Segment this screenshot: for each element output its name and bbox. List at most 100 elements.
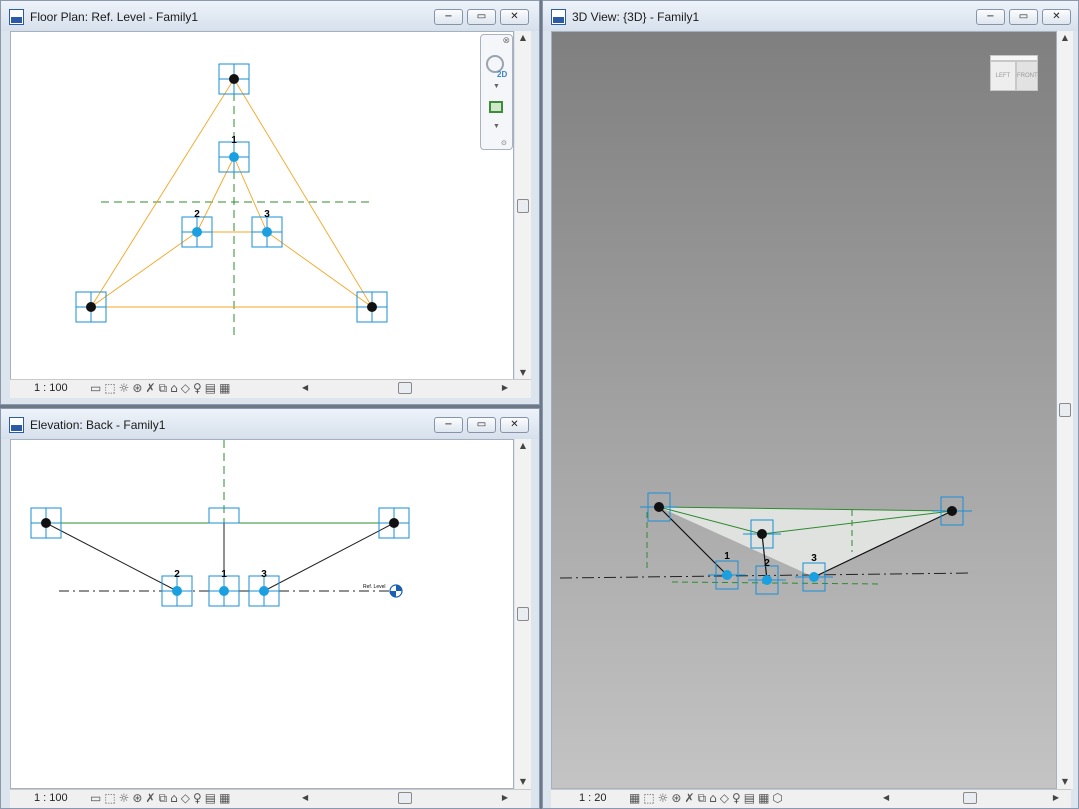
point-black [41,518,51,528]
scroll-thumb[interactable] [517,199,529,213]
scroll-thumb[interactable] [963,792,977,804]
view-control-bar: 1 : 100 ▭⬚☼⊛✗⧉⌂◇♀▤▦ ◀ ▶ [10,789,531,808]
point-label: 1 [231,135,237,146]
view-control-bar: 1 : 20 ▦⬚☼⊛✗⧉⌂◇♀▤▦⬡ ◀ ▶ [551,789,1071,808]
reference-lines [90,78,373,308]
navigation-bar[interactable]: ⊗ 2D ▼ ▼ ⊙ [480,34,513,150]
scroll-up-icon[interactable]: ▲ [515,441,531,451]
point-label: 2 [764,558,770,569]
scale-label[interactable]: 1 : 100 [34,382,68,394]
scroll-left-icon[interactable]: ◀ [883,791,889,805]
point-blue [229,152,239,162]
point-label: 1 [724,551,730,562]
title-bar[interactable]: Elevation: Back - Family1 − ▭ ✕ [1,409,539,439]
horizontal-scrollbar[interactable]: ◀ ▶ [300,791,510,805]
scroll-down-icon[interactable]: ▼ [515,368,531,378]
view-control-icons[interactable]: ▭⬚☼⊛✗⧉⌂◇♀▤▦ [90,791,233,806]
elevation-canvas[interactable]: 2 1 3 Ref. Level [10,439,514,789]
minimize-button[interactable]: − [434,9,463,25]
options-icon[interactable]: ⊙ [501,139,507,147]
point-blue [809,572,819,582]
window-title: Elevation: Back - Family1 [30,418,166,432]
window-title: 3D View: {3D} - Family1 [572,10,700,24]
point-black [86,302,96,312]
zoom-icon[interactable] [489,101,503,113]
point-label: 3 [261,569,267,580]
close-icon[interactable]: ⊗ [502,35,510,46]
profile-lines [45,522,395,592]
point-blue [172,586,182,596]
point-black [367,302,377,312]
point-black [229,74,239,84]
vertical-scrollbar[interactable]: ▲ ▼ [515,439,531,789]
level-label: Ref. Level [363,584,386,590]
scroll-up-icon[interactable]: ▲ [1057,33,1073,43]
point-label: 3 [264,209,270,220]
floor-plan-canvas[interactable]: 1 2 3 ⊗ 2D ▼ ▼ ⊙ [10,31,514,380]
elevation-window: Elevation: Back - Family1 − ▭ ✕ 2 1 3 Re… [0,408,540,809]
revit-document-icon [9,9,24,25]
point-blue [262,227,272,237]
floor-plan-window: Floor Plan: Ref. Level - Family1 − ▭ ✕ 1… [0,0,540,405]
view-control-icons[interactable]: ▭⬚☼⊛✗⧉⌂◇♀▤▦ [90,381,233,396]
view3d-canvas[interactable]: 1 2 3 LEFT FRONT [551,31,1057,789]
scroll-thumb[interactable] [1059,403,1071,417]
viewcube-front-face[interactable]: FRONT [1016,61,1038,91]
point-black [654,502,664,512]
point-label: 2 [174,569,180,580]
view3d-window: 3D View: {3D} - Family1 − ▭ ✕ 1 2 3 LEFT… [542,0,1079,809]
chevron-down-icon[interactable]: ▼ [493,83,500,90]
viewcube[interactable]: LEFT FRONT [990,55,1040,97]
chevron-down-icon[interactable]: ▼ [493,123,500,130]
restore-button[interactable]: ▭ [467,417,496,433]
point-label: 2 [194,209,200,220]
horizontal-scrollbar[interactable]: ◀ ▶ [300,381,510,395]
point-blue [762,575,772,585]
scroll-up-icon[interactable]: ▲ [515,33,531,43]
view-control-bar: 1 : 100 ▭⬚☼⊛✗⧉⌂◇♀▤▦ ◀ ▶ [10,379,531,398]
point-label: 1 [221,569,227,580]
scroll-down-icon[interactable]: ▼ [1057,777,1073,787]
2d-label: 2D [497,70,508,79]
scale-label[interactable]: 1 : 100 [34,792,68,804]
scroll-right-icon[interactable]: ▶ [502,381,508,395]
point-black [757,529,767,539]
window-title: Floor Plan: Ref. Level - Family1 [30,10,199,24]
close-button[interactable]: ✕ [500,417,529,433]
restore-button[interactable]: ▭ [1009,9,1038,25]
scroll-left-icon[interactable]: ◀ [302,381,308,395]
restore-button[interactable]: ▭ [467,9,496,25]
viewcube-top-face[interactable] [990,55,1038,61]
scroll-thumb[interactable] [398,792,412,804]
minimize-button[interactable]: − [976,9,1005,25]
vertical-scrollbar[interactable]: ▲ ▼ [515,31,531,380]
scale-label[interactable]: 1 : 20 [579,792,607,804]
point-label: 3 [811,553,817,564]
title-bar[interactable]: Floor Plan: Ref. Level - Family1 − ▭ ✕ [1,1,539,31]
point-frames [75,63,388,323]
point-blue [219,586,229,596]
scroll-down-icon[interactable]: ▼ [515,777,531,787]
vertical-scrollbar[interactable]: ▲ ▼ [1057,31,1073,789]
viewcube-left-face[interactable]: LEFT [990,61,1016,91]
elevation-drawing: 2 1 3 Ref. Level [30,440,410,607]
revit-document-icon [9,417,24,433]
surface [659,507,952,577]
point-black [389,518,399,528]
scroll-left-icon[interactable]: ◀ [302,791,308,805]
scroll-thumb[interactable] [398,382,412,394]
horizontal-scrollbar[interactable]: ◀ ▶ [881,791,1061,805]
close-button[interactable]: ✕ [500,9,529,25]
scroll-right-icon[interactable]: ▶ [502,791,508,805]
title-bar[interactable]: 3D View: {3D} - Family1 − ▭ ✕ [543,1,1078,31]
scroll-thumb[interactable] [517,607,529,621]
point-blue [192,227,202,237]
revit-document-icon [551,9,566,25]
point-blue [722,570,732,580]
close-button[interactable]: ✕ [1042,9,1071,25]
point-black [947,506,957,516]
scroll-right-icon[interactable]: ▶ [1053,791,1059,805]
view3d-drawing: 1 2 3 [559,492,973,595]
minimize-button[interactable]: − [434,417,463,433]
view-control-icons[interactable]: ▦⬚☼⊛✗⧉⌂◇♀▤▦⬡ [629,791,786,806]
